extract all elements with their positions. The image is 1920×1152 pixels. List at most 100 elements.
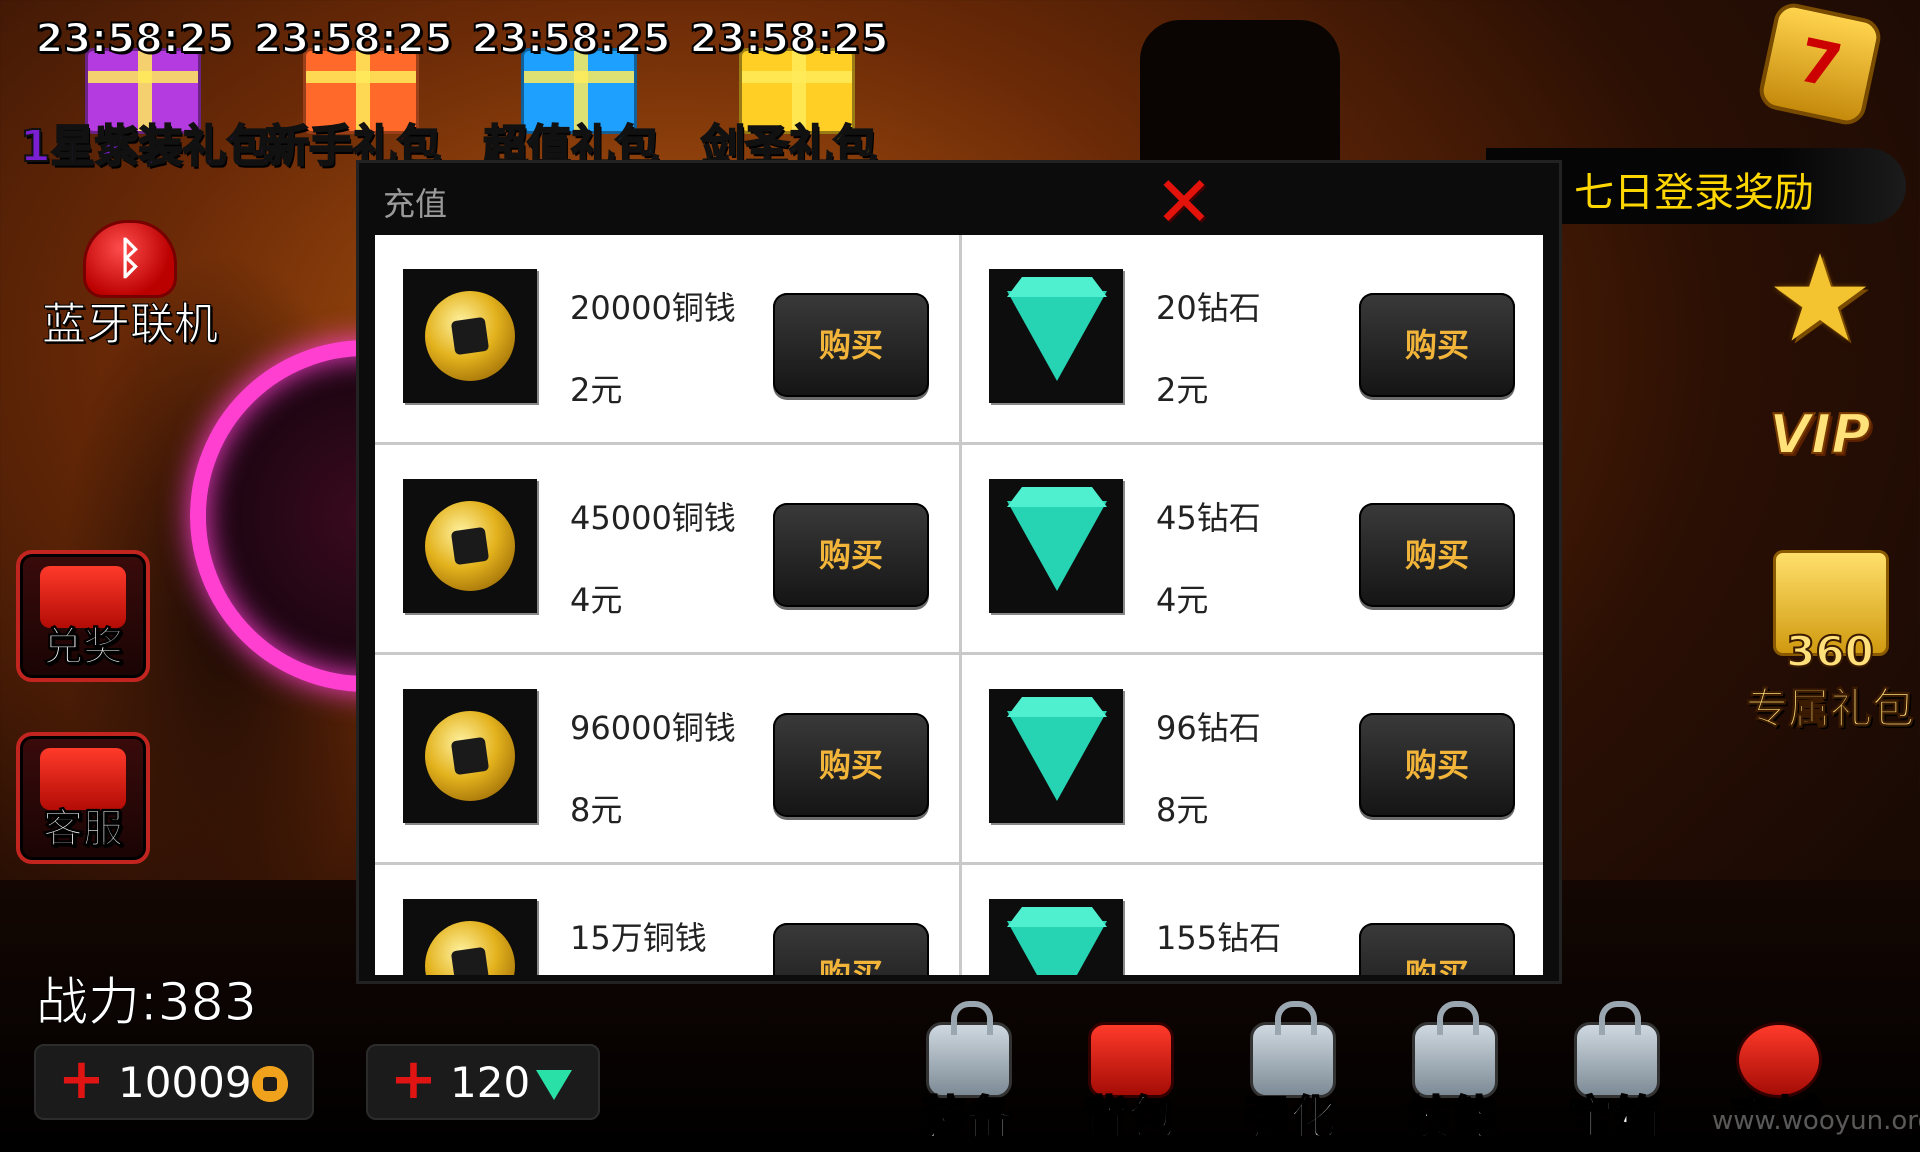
customer-service-button[interactable]: 客服 [16, 732, 150, 864]
redeem-label: 兑奖 [43, 624, 124, 671]
coin-amount: 10009 [118, 1058, 252, 1107]
offer-price: 4元 [570, 581, 623, 619]
buy-button[interactable]: 购买 [773, 713, 929, 817]
gift-timer: 23:58:25 [689, 15, 890, 63]
recharge-row: 20000铜钱 2元 购买 20钻石 2元 购买 [375, 235, 1543, 445]
diamond-icon [1007, 711, 1107, 801]
nav-chest[interactable]: 宝箱 [1554, 1001, 1674, 1150]
gift-pack-newbie[interactable]: 23:58:25 新手礼包 [238, 8, 468, 173]
coin-icon [425, 501, 515, 591]
redeem-button[interactable]: 兑奖 [16, 550, 150, 682]
seven-day-badge[interactable]: 7 [1740, 0, 1900, 130]
vip-button[interactable]: VIP [1740, 390, 1900, 510]
nav-label: 技能 [1405, 1090, 1499, 1146]
bluetooth-button[interactable]: ᛒ 蓝牙联机 [20, 220, 240, 352]
nav-label: 强化 [1243, 1090, 1337, 1146]
offer-price: 8元 [1156, 791, 1209, 829]
recharge-row: 15万铜钱 购买 155钻石 购买 [375, 865, 1543, 975]
gift-timer: 23:58:25 [471, 15, 672, 63]
offer-name: 45钻石 [1156, 499, 1261, 537]
background-monster [1140, 20, 1340, 170]
gem-balance[interactable]: + 120 [366, 1044, 600, 1120]
recharge-list[interactable]: 20000铜钱 2元 购买 20钻石 2元 购买 45000铜钱 4元 购买 4… [375, 235, 1543, 975]
nav-label: 宝箱 [1567, 1090, 1661, 1146]
coin-icon [425, 291, 515, 381]
calendar-seven-icon: 7 [1755, 0, 1885, 129]
coin-balance[interactable]: + 10009 [34, 1044, 314, 1120]
gift-pack-purple[interactable]: 23:58:25 1星紫装礼包 [19, 8, 272, 173]
bluetooth-icon: ᛒ [83, 220, 177, 298]
gift-label: 1星紫装礼包 [19, 120, 272, 173]
offer-name: 45000铜钱 [570, 499, 736, 537]
nav-label: 装备 [919, 1090, 1013, 1146]
coin-thumbnail [403, 899, 537, 975]
close-x-icon[interactable]: ✕ [1152, 167, 1216, 237]
nav-equipment[interactable]: 装备 [906, 1001, 1026, 1150]
offer-name: 20钻石 [1156, 289, 1261, 327]
coin-offer: 45000铜钱 4元 购买 [375, 445, 962, 652]
rank-star-button[interactable]: ★ [1740, 240, 1900, 360]
offer-price: 2元 [1156, 371, 1209, 409]
combat-power: 战力:383 [36, 973, 258, 1034]
offer-name: 20000铜钱 [570, 289, 736, 327]
nav-label: 背包 [1081, 1090, 1175, 1146]
coin-thumbnail [403, 269, 537, 403]
offer-name: 96000铜钱 [570, 709, 736, 747]
diamond-icon [1007, 501, 1107, 591]
add-coins-icon[interactable]: + [58, 1050, 105, 1110]
offer-price: 2元 [570, 371, 623, 409]
gem-thumbnail [989, 899, 1123, 975]
coin-icon [252, 1066, 288, 1102]
nav-skills[interactable]: 技能 [1392, 1001, 1512, 1150]
offer-price: 8元 [570, 791, 623, 829]
gift-360-label: 专属礼包 [1745, 684, 1914, 734]
vip-emblem-icon: VIP [1768, 402, 1871, 467]
gift-timer: 23:58:25 [253, 15, 454, 63]
buy-button[interactable]: 购买 [773, 293, 929, 397]
coin-offer: 96000铜钱 8元 购买 [375, 655, 962, 862]
coin-thumbnail [403, 689, 537, 823]
bluetooth-label: 蓝牙联机 [42, 299, 219, 351]
recharge-row: 45000铜钱 4元 购买 45钻石 4元 购买 [375, 445, 1543, 655]
gem-thumbnail [989, 689, 1123, 823]
gem-offer: 96钻石 8元 购买 [961, 655, 1543, 862]
add-gems-icon[interactable]: + [390, 1050, 437, 1110]
diamond-icon [536, 1070, 572, 1100]
seven-day-login-label: 七日登录奖励 [1574, 170, 1814, 216]
offer-name: 96钻石 [1156, 709, 1261, 747]
buy-button[interactable]: 购买 [773, 923, 929, 975]
buy-button[interactable]: 购买 [1359, 923, 1515, 975]
buy-button[interactable]: 购买 [1359, 503, 1515, 607]
offer-name: 155钻石 [1156, 919, 1282, 957]
buy-button[interactable]: 购买 [773, 503, 929, 607]
star-emblem-icon: ★ [1766, 230, 1874, 369]
coin-offer: 20000铜钱 2元 购买 [375, 235, 962, 442]
offer-price: 4元 [1156, 581, 1209, 619]
coin-icon [425, 711, 515, 801]
gem-thumbnail [989, 269, 1123, 403]
gem-offer: 155钻石 购买 [961, 865, 1543, 975]
nav-backpack[interactable]: 背包 [1068, 1010, 1188, 1150]
coin-offer: 15万铜钱 购买 [375, 865, 962, 975]
gift-timer: 23:58:25 [35, 15, 236, 63]
coin-icon [425, 921, 515, 975]
offer-name: 15万铜钱 [570, 919, 707, 957]
buy-button[interactable]: 购买 [1359, 713, 1515, 817]
nav-enhance[interactable]: 强化 [1230, 1001, 1350, 1150]
gem-thumbnail [989, 479, 1123, 613]
gift-pack-value[interactable]: 23:58:25 超值礼包 [456, 8, 686, 173]
dialog-title: 充值 [383, 185, 448, 223]
customer-service-label: 客服 [43, 806, 124, 853]
recharge-dialog: 充值 20000铜钱 2元 购买 20钻石 2元 购买 45000铜钱 4元 购… [356, 160, 1562, 984]
watermark: www.wooyun.org [1712, 1106, 1920, 1136]
coin-thumbnail [403, 479, 537, 613]
gem-offer: 20钻石 2元 购买 [961, 235, 1543, 442]
diamond-icon [1007, 921, 1107, 975]
buy-button[interactable]: 购买 [1359, 293, 1515, 397]
gift-360-button[interactable]: 360 专属礼包 [1740, 535, 1920, 735]
gem-offer: 45钻石 4元 购买 [961, 445, 1543, 652]
recharge-row: 96000铜钱 8元 购买 96钻石 8元 购买 [375, 655, 1543, 865]
gem-amount: 120 [450, 1058, 531, 1107]
gift-360-number: 360 [1785, 626, 1875, 677]
gift-pack-swordsaint[interactable]: 23:58:25 剑圣礼包 [674, 8, 904, 173]
